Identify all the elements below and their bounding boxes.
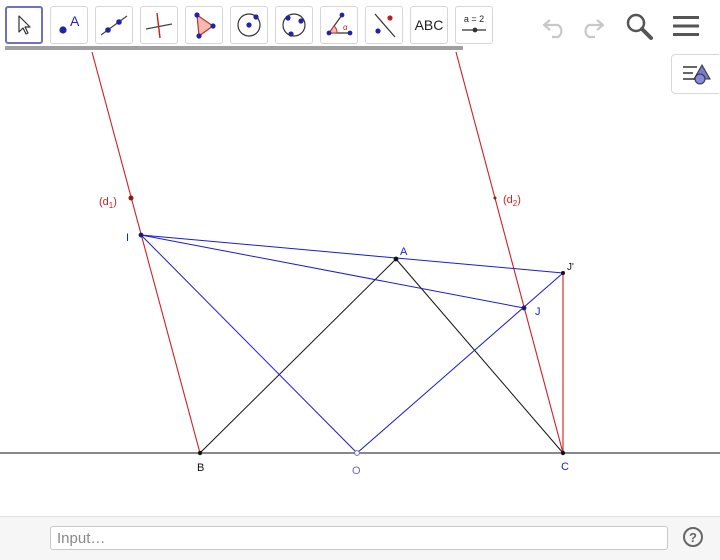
angle-tool-label: α: [343, 23, 348, 32]
segment-i-j[interactable]: [140, 234, 525, 309]
slider-icon: a = 2: [462, 14, 486, 33]
main-menu-button[interactable]: [669, 10, 703, 42]
point-a-icon: A: [59, 13, 80, 34]
point-j[interactable]: [521, 305, 527, 311]
construction-canvas[interactable]: (d1) (d2) I A J' J B O C: [0, 51, 720, 516]
label-a: A: [400, 246, 408, 258]
angle-tool[interactable]: α: [320, 6, 358, 44]
line-d1[interactable]: [91, 51, 201, 454]
point-d1[interactable]: [128, 195, 134, 201]
algebra-view-icon: [682, 63, 711, 85]
hamburger-menu-icon: [673, 16, 699, 36]
redo-button[interactable]: [575, 10, 609, 42]
search-icon: [626, 13, 653, 40]
label-b: B: [197, 462, 204, 474]
algebra-view-toggle[interactable]: [671, 54, 719, 94]
reflect-line-icon: [374, 13, 396, 38]
segment-i-o[interactable]: [140, 234, 358, 454]
search-button[interactable]: [622, 10, 656, 42]
point-a[interactable]: [393, 256, 399, 262]
triangle-polygon-icon: [194, 12, 216, 39]
segment-i-jprime[interactable]: [140, 234, 564, 274]
label-d2: (d2): [503, 194, 521, 208]
undo-icon: [542, 19, 563, 39]
label-o: O: [352, 465, 361, 477]
label-c: C: [561, 461, 569, 473]
slider-tool[interactable]: a = 2: [455, 6, 493, 44]
circle-three-points-icon: [282, 13, 306, 37]
move-tool[interactable]: [5, 6, 43, 44]
perpendicular-line-tool[interactable]: [140, 6, 178, 44]
segment-b-a[interactable]: [199, 258, 397, 454]
line-tool[interactable]: [95, 6, 133, 44]
circle-three-points-tool[interactable]: [275, 6, 313, 44]
point-tool[interactable]: A: [50, 6, 88, 44]
cursor-arrow-icon: [18, 15, 31, 35]
algebra-input[interactable]: [50, 526, 668, 550]
point-b[interactable]: [197, 450, 203, 456]
angle-alpha-icon: α: [326, 12, 353, 36]
label-i: I: [126, 232, 129, 244]
circle-center-point-tool[interactable]: [230, 6, 268, 44]
segment-o-jprime[interactable]: [356, 272, 564, 454]
toolbar-divider: [5, 46, 463, 50]
label-j: J: [535, 306, 541, 318]
point-jprime[interactable]: [561, 271, 565, 275]
point-o[interactable]: [354, 450, 360, 456]
point-d2[interactable]: [493, 196, 497, 200]
help-button[interactable]: ?: [683, 527, 703, 547]
perpendicular-line-icon: [145, 12, 173, 39]
point-c[interactable]: [560, 450, 566, 456]
graphics-view[interactable]: (d1) (d2) I A J' J B O C: [0, 51, 720, 516]
label-d1: (d1): [99, 196, 117, 210]
text-tool[interactable]: ABC: [410, 6, 448, 44]
input-bar: ?: [0, 516, 720, 560]
reflect-line-tool[interactable]: [365, 6, 403, 44]
polygon-tool[interactable]: [185, 6, 223, 44]
line-through-points-icon: [100, 15, 128, 36]
line-d2[interactable]: [455, 51, 564, 454]
help-icon: ?: [689, 529, 697, 545]
redo-icon: [584, 19, 605, 39]
undo-button[interactable]: [538, 10, 572, 42]
slider-tool-label: a = 2: [464, 14, 484, 24]
point-tool-label: A: [70, 13, 80, 29]
abc-text-icon: ABC: [414, 17, 444, 33]
toolbar: A α ABC a = 2: [0, 0, 720, 52]
point-i[interactable]: [138, 232, 144, 238]
circle-center-icon: [237, 13, 261, 37]
label-jprime: J': [567, 262, 574, 273]
